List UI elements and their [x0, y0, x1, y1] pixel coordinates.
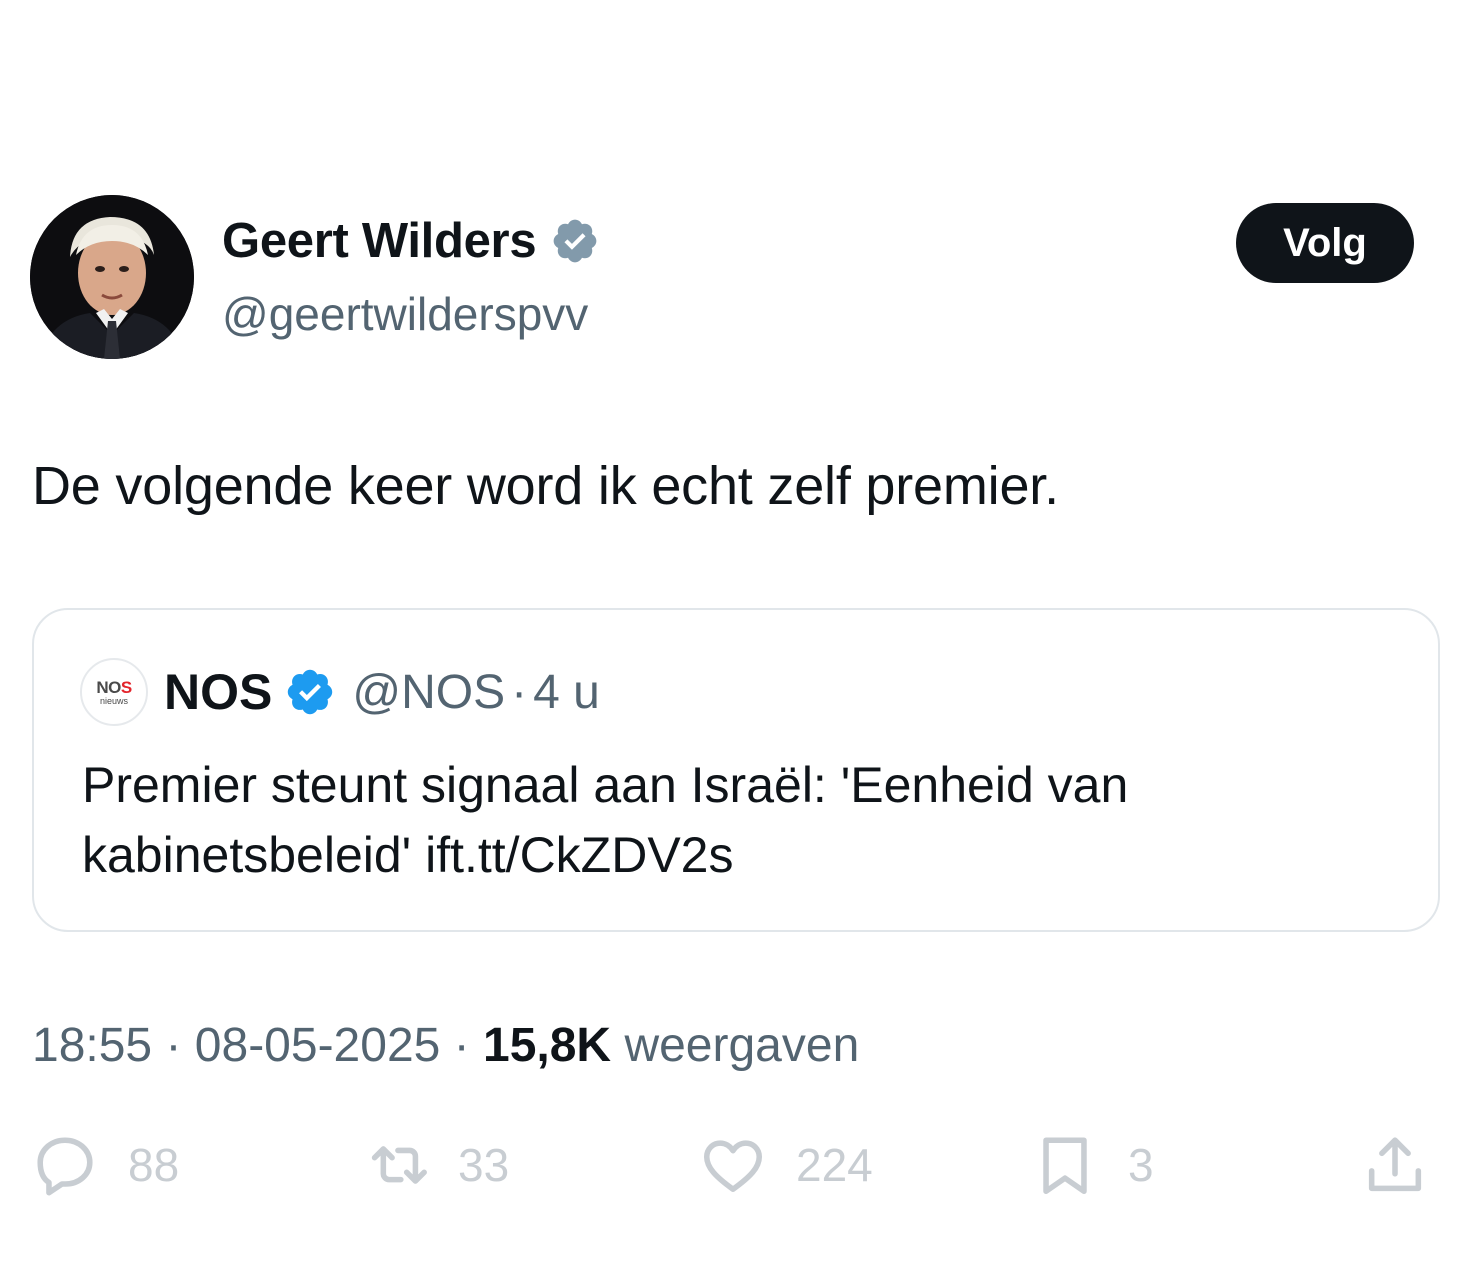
tweet-date[interactable]: 08-05-2025: [195, 1019, 441, 1072]
tweet-header: Geert Wilders @geertwilderspvv Volg: [30, 195, 1420, 360]
views-label: weergaven: [624, 1019, 860, 1072]
verified-badge-icon: [288, 669, 333, 715]
heart-icon: [703, 1140, 763, 1192]
nos-logo-subtext: nieuws: [99, 695, 128, 706]
separator-dot: ·: [511, 665, 528, 719]
views-count: 15,8K: [483, 1019, 612, 1072]
bookmark-icon: [1043, 1137, 1087, 1195]
like-button[interactable]: 224: [698, 1130, 873, 1200]
quoted-author-name[interactable]: NOS: [164, 663, 272, 721]
repost-button[interactable]: 33: [360, 1130, 509, 1200]
bookmark-button[interactable]: 3: [1030, 1130, 1154, 1200]
separator-dot: ·: [453, 1019, 470, 1072]
tweet-meta: 18:55 · 08-05-2025 · 15,8K weergaven: [32, 1018, 859, 1073]
like-count: 224: [796, 1139, 873, 1191]
avatar-portrait: [30, 195, 194, 359]
reply-button[interactable]: 88: [30, 1130, 179, 1200]
quoted-tweet[interactable]: NOS nieuws NOS @NOS · 4 u Premier steunt…: [32, 608, 1440, 932]
share-button[interactable]: [1360, 1130, 1430, 1200]
reply-count: 88: [128, 1139, 180, 1191]
separator-dot: ·: [165, 1019, 182, 1072]
author-handle[interactable]: @geertwilderspvv: [222, 287, 588, 341]
repost-count: 33: [458, 1139, 510, 1191]
nos-logo-avatar[interactable]: NOS nieuws: [80, 658, 148, 726]
reply-icon: [37, 1137, 93, 1196]
author-name[interactable]: Geert Wilders: [222, 213, 537, 269]
share-icon: [1368, 1137, 1422, 1192]
quoted-tweet-text: Premier steunt signaal aan Israël: 'Eenh…: [82, 757, 1129, 883]
bookmark-count: 3: [1128, 1139, 1154, 1191]
repost-icon: [371, 1146, 427, 1184]
verified-badge-icon: [553, 219, 597, 263]
quoted-timestamp[interactable]: 4 u: [533, 665, 600, 720]
author-name-row: Geert Wilders: [222, 213, 600, 269]
follow-button[interactable]: Volg: [1236, 203, 1414, 283]
quoted-author-handle[interactable]: @NOS: [352, 665, 505, 720]
tweet-time[interactable]: 18:55: [32, 1019, 152, 1072]
quoted-tweet-header: NOS nieuws NOS @NOS · 4 u: [80, 658, 600, 726]
nos-logo-mark: NOS: [96, 677, 132, 697]
tweet-text: De volgende keer word ik echt zelf premi…: [32, 456, 1059, 516]
action-bar: 88 33 224 3: [30, 1130, 1440, 1210]
avatar[interactable]: [30, 195, 194, 359]
